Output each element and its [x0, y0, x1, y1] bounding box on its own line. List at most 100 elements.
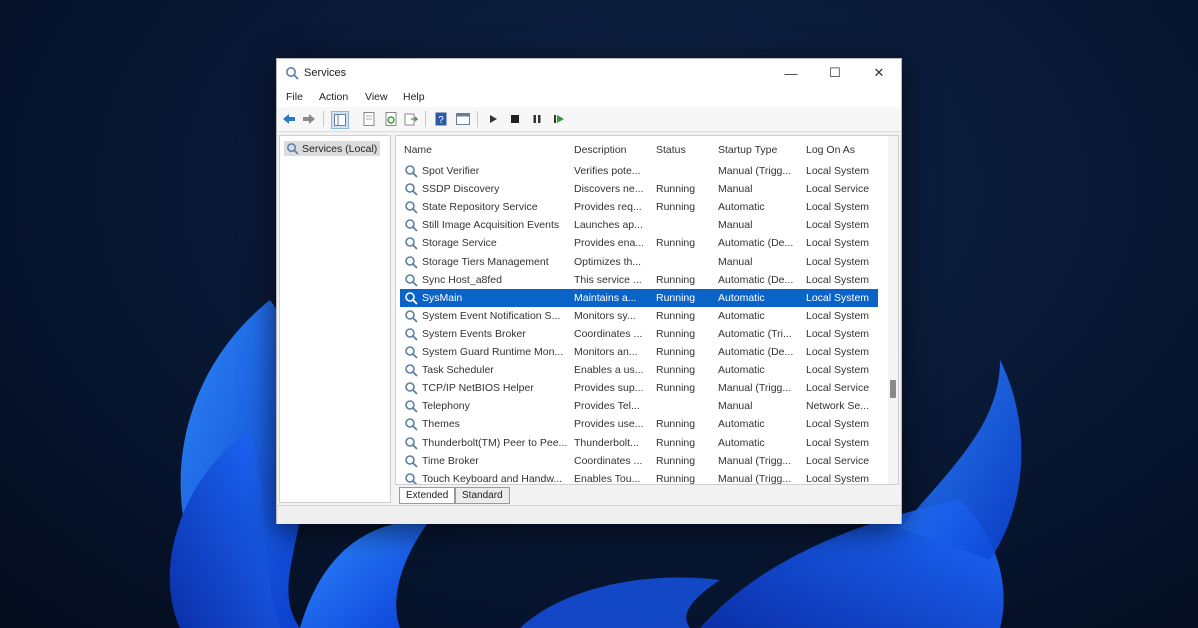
service-log-on-as: Local System [806, 418, 870, 431]
table-row[interactable]: Sync Host_a8fed This service ... Running Au… [400, 271, 878, 289]
refresh-icon[interactable] [383, 111, 399, 127]
service-name: State Repository Service [422, 201, 538, 214]
service-startup-type: Automatic (De... [718, 346, 794, 358]
service-description: Provides ena... [574, 237, 645, 250]
service-name: Touch Keyboard and Handw... [422, 472, 563, 485]
table-row[interactable]: Touch Keyboard and Handw... Enables Tou..… [400, 470, 878, 485]
restart-icon[interactable] [551, 111, 567, 127]
services-list-pane: Name Description Status Startup Type Log… [395, 135, 899, 485]
table-row[interactable]: Telephony Provides Tel... Manual Network Se… [400, 397, 878, 415]
service-description: Provides sup... [574, 382, 644, 395]
table-row[interactable]: State Repository Service Provides req... R… [400, 198, 878, 216]
column-header-description[interactable]: Description [574, 144, 627, 156]
tree-item-services-local[interactable]: Services (Local) [284, 141, 381, 156]
column-header-name[interactable]: Name [404, 144, 432, 156]
scrollbar-thumb[interactable] [890, 380, 896, 398]
service-log-on-as: Local System [806, 309, 870, 322]
service-status: Running [656, 237, 696, 250]
service-gear-icon [405, 237, 418, 251]
column-header-log-on-as[interactable]: Log On As [806, 144, 855, 156]
service-log-on-as: Local Service [806, 454, 870, 467]
service-status: Running [656, 201, 696, 214]
table-row[interactable]: Thunderbolt(TM) Peer to Pee... Thunderbol… [400, 434, 878, 452]
tab-extended[interactable]: Extended [399, 487, 456, 504]
service-gear-icon [405, 165, 418, 178]
service-startup-type: Manual [718, 255, 753, 268]
service-status: Running [656, 309, 696, 322]
help-icon[interactable]: ? [433, 111, 449, 127]
forward-icon[interactable] [301, 111, 317, 127]
service-startup-type: Automatic (De... [718, 237, 794, 250]
menu-file[interactable]: File [286, 91, 303, 103]
service-log-on-as: Local Service [806, 382, 870, 395]
service-description: Optimizes th... [574, 255, 642, 268]
service-log-on-as: Local System [806, 364, 870, 377]
service-startup-type: Manual (Trigg... [718, 472, 792, 485]
service-gear-icon [405, 472, 418, 484]
maximize-button[interactable]: ☐ [813, 59, 857, 87]
service-description: Enables a us... [574, 364, 644, 377]
column-header-startup-type[interactable]: Startup Type [718, 144, 777, 156]
pause-icon[interactable] [529, 111, 545, 127]
services-window: Services — ☐ ✕ File Action View Help ? S… [276, 58, 902, 524]
svg-text:?: ? [438, 115, 444, 126]
table-row[interactable]: Task Scheduler Enables a us... Running Auto… [400, 361, 878, 379]
service-status: Running [656, 183, 696, 196]
service-status: Running [656, 472, 696, 485]
title-bar[interactable]: Services — ☐ ✕ [277, 59, 901, 87]
service-status: Running [656, 454, 696, 467]
service-gear-icon [405, 364, 418, 377]
service-status: Running [656, 327, 696, 340]
view-icon[interactable] [455, 111, 471, 127]
service-name: Storage Tiers Management [422, 255, 549, 268]
table-row[interactable]: SysMain Maintains a... Running Automatic Loc… [400, 288, 878, 307]
service-gear-icon [405, 255, 418, 269]
service-gear-icon [405, 436, 418, 450]
table-row[interactable]: TCP/IP NetBIOS Helper Provides sup... Runn… [400, 379, 878, 397]
back-icon[interactable] [281, 111, 297, 127]
service-gear-icon [405, 346, 418, 359]
export-icon[interactable] [403, 111, 419, 127]
service-log-on-as: Local System [806, 255, 870, 268]
service-name: Sync Host_a8fed [422, 273, 502, 286]
service-startup-type: Automatic [718, 436, 765, 449]
service-gear-icon [405, 183, 418, 196]
tab-standard[interactable]: Standard [455, 487, 510, 504]
service-description: Provides Tel... [574, 400, 640, 413]
menu-help[interactable]: Help [403, 91, 425, 103]
status-bar [277, 505, 901, 524]
minimize-button[interactable]: — [769, 59, 813, 87]
service-status: Running [656, 418, 696, 431]
service-description: Launches ap... [574, 219, 643, 232]
table-row[interactable]: SSDP Discovery Discovers ne... Running Manu… [400, 180, 878, 198]
console-tree-icon[interactable] [331, 111, 349, 129]
service-gear-icon [405, 418, 418, 432]
services-gear-icon [286, 67, 299, 80]
window-title: Services [304, 67, 347, 79]
table-row[interactable]: Storage Tiers Management Optimizes th... M… [400, 253, 878, 271]
service-status: Running [656, 291, 696, 304]
service-log-on-as: Network Se... [806, 400, 870, 413]
table-row[interactable]: System Events Broker Coordinates ... Runni… [400, 325, 878, 343]
play-icon[interactable] [485, 111, 501, 127]
menu-view[interactable]: View [365, 91, 388, 103]
menu-action[interactable]: Action [319, 91, 348, 103]
table-row[interactable]: System Event Notification S... Monitors s… [400, 307, 878, 325]
service-startup-type: Manual (Trigg... [718, 165, 792, 177]
table-row[interactable]: System Guard Runtime Mon... Monitors an..… [400, 343, 878, 361]
table-row[interactable]: Still Image Acquisition Events Launches a… [400, 216, 878, 234]
service-status: Running [656, 346, 696, 358]
vertical-scrollbar[interactable] [888, 136, 898, 484]
column-header-status[interactable]: Status [656, 144, 686, 156]
properties-icon[interactable] [361, 111, 377, 127]
stop-icon[interactable] [507, 111, 523, 127]
table-row[interactable]: Themes Provides use... Running Automatic Loc… [400, 415, 878, 433]
table-row[interactable]: Storage Service Provides ena... Running Aut… [400, 234, 878, 252]
service-description: Discovers ne... [574, 183, 644, 196]
service-gear-icon [405, 219, 418, 232]
service-log-on-as: Local System [806, 472, 870, 485]
table-row[interactable]: Time Broker Coordinates ... Running Manual … [400, 452, 878, 470]
close-button[interactable]: ✕ [857, 59, 901, 87]
service-gear-icon [405, 201, 418, 214]
table-row[interactable]: Spot Verifier Verifies pote... Manual (Tri… [400, 162, 878, 180]
